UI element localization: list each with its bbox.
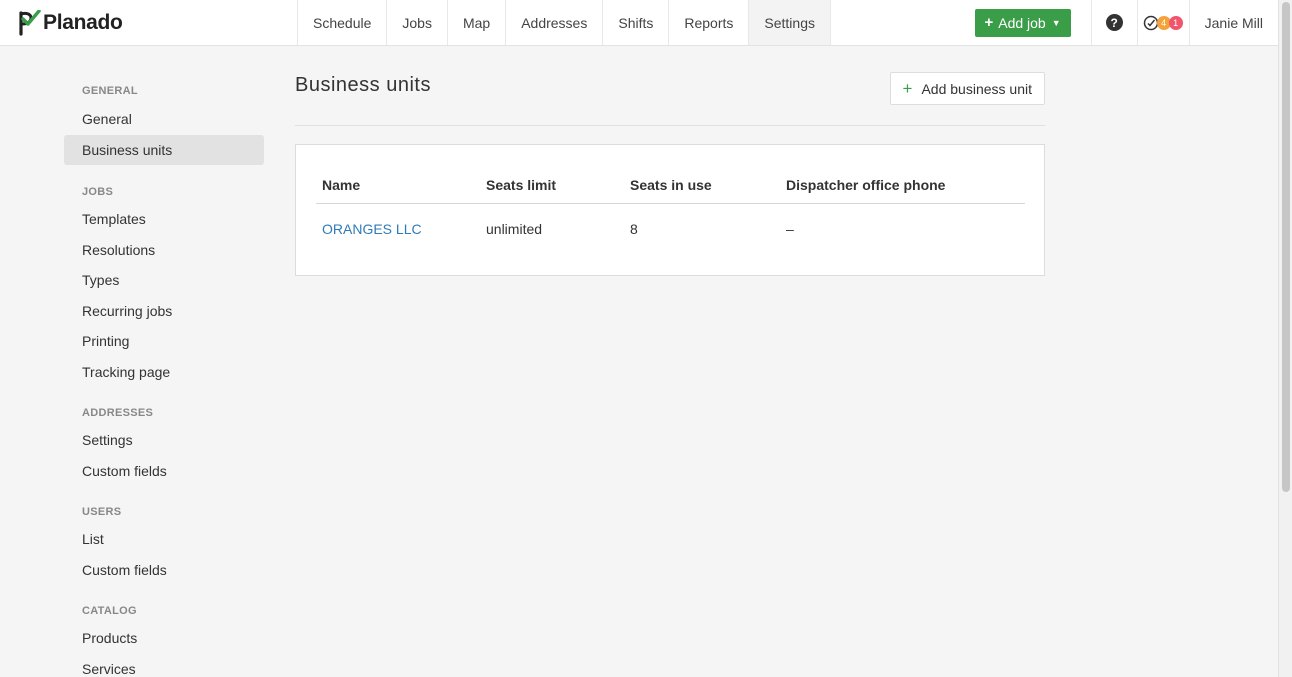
add-business-unit-label: Add business unit bbox=[921, 80, 1032, 97]
notifications-button[interactable]: 4 1 bbox=[1136, 0, 1189, 45]
main-nav: Schedule Jobs Map Addresses Shifts Repor… bbox=[297, 0, 831, 45]
business-units-table: Name Seats limit Seats in use Dispatcher… bbox=[316, 167, 1025, 255]
business-unit-name-link[interactable]: ORANGES LLC bbox=[316, 203, 480, 255]
user-menu[interactable]: Janie Mill bbox=[1188, 0, 1278, 45]
nav-settings[interactable]: Settings bbox=[749, 0, 831, 45]
sidebar-item-address-settings[interactable]: Settings bbox=[64, 425, 264, 456]
column-header-seats-limit: Seats limit bbox=[480, 167, 624, 204]
sidebar-item-address-custom-fields[interactable]: Custom fields bbox=[64, 456, 264, 487]
top-navigation-bar: Planado Schedule Jobs Map Addresses Shif… bbox=[0, 0, 1278, 46]
sidebar-heading-jobs: JOBS bbox=[82, 186, 114, 198]
page-scrollbar[interactable] bbox=[1278, 0, 1292, 677]
sidebar-item-products[interactable]: Products bbox=[64, 623, 264, 654]
planado-logo[interactable]: Planado bbox=[0, 0, 297, 45]
plus-icon: + bbox=[984, 14, 994, 31]
dispatcher-phone-cell: – bbox=[786, 221, 794, 238]
page-title: Business units bbox=[295, 74, 431, 96]
plus-icon: + bbox=[902, 78, 913, 98]
column-header-dispatcher-phone: Dispatcher office phone bbox=[780, 167, 1025, 204]
add-job-button[interactable]: + Add job ▼ bbox=[975, 8, 1071, 37]
planado-check-icon bbox=[19, 9, 41, 36]
sidebar-item-resolutions[interactable]: Resolutions bbox=[64, 235, 264, 266]
sidebar-item-business-units[interactable]: Business units bbox=[64, 134, 264, 165]
help-icon: ? bbox=[1105, 14, 1123, 31]
divider bbox=[295, 125, 1045, 126]
sidebar-heading-catalog: CATALOG bbox=[82, 605, 137, 617]
nav-map[interactable]: Map bbox=[448, 0, 507, 45]
table-row: ORANGES LLC unlimited 8 – bbox=[316, 203, 1025, 255]
nav-reports[interactable]: Reports bbox=[669, 0, 750, 45]
caret-down-icon: ▼ bbox=[1051, 17, 1061, 28]
column-header-seats-in-use: Seats in use bbox=[624, 167, 780, 204]
logo-text: Planado bbox=[43, 10, 123, 34]
sidebar-item-general[interactable]: General bbox=[64, 104, 264, 135]
nav-jobs[interactable]: Jobs bbox=[387, 0, 448, 45]
column-header-name: Name bbox=[316, 167, 480, 204]
sidebar-item-types[interactable]: Types bbox=[64, 265, 264, 296]
scrollbar-thumb[interactable] bbox=[1282, 2, 1290, 492]
seats-in-use-cell: 8 bbox=[630, 221, 638, 238]
add-job-label: Add job bbox=[998, 14, 1046, 31]
add-business-unit-button[interactable]: + Add business unit bbox=[889, 72, 1045, 105]
sidebar-item-user-list[interactable]: List bbox=[64, 524, 264, 555]
help-button[interactable]: ? bbox=[1090, 0, 1137, 45]
nav-schedule[interactable]: Schedule bbox=[298, 0, 388, 45]
sidebar-item-services[interactable]: Services bbox=[64, 654, 264, 677]
red-notification-badge: 1 bbox=[1168, 15, 1183, 30]
settings-sidebar: GENERAL General Business units JOBS Temp… bbox=[64, 84, 264, 677]
sidebar-heading-users: USERS bbox=[82, 506, 122, 518]
sidebar-item-recurring-jobs[interactable]: Recurring jobs bbox=[64, 296, 264, 327]
business-units-card: Name Seats limit Seats in use Dispatcher… bbox=[295, 144, 1045, 276]
nav-addresses[interactable]: Addresses bbox=[506, 0, 604, 45]
sidebar-item-user-custom-fields[interactable]: Custom fields bbox=[64, 555, 264, 586]
sidebar-item-templates[interactable]: Templates bbox=[64, 204, 264, 235]
nav-shifts[interactable]: Shifts bbox=[603, 0, 670, 45]
sidebar-heading-addresses: ADDRESSES bbox=[82, 407, 154, 419]
sidebar-heading-general: GENERAL bbox=[82, 85, 138, 97]
seats-limit-cell: unlimited bbox=[486, 221, 543, 238]
table-header-row: Name Seats limit Seats in use Dispatcher… bbox=[316, 167, 1025, 204]
sidebar-item-printing[interactable]: Printing bbox=[64, 326, 264, 357]
sidebar-item-tracking-page[interactable]: Tracking page bbox=[64, 357, 264, 388]
